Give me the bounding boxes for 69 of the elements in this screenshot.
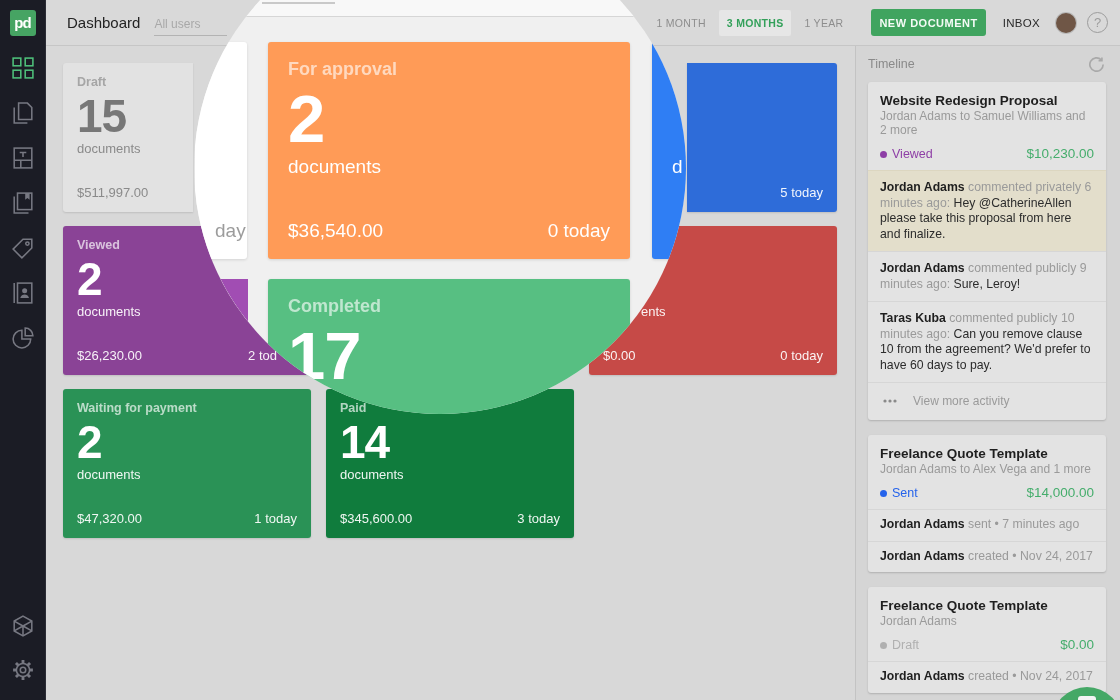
today-count: 5 today bbox=[780, 184, 823, 201]
documents-icon bbox=[11, 102, 34, 124]
document-amount: $10,230.00 bbox=[1026, 146, 1094, 162]
page-title: Dashboard bbox=[67, 14, 141, 31]
logo[interactable]: pd bbox=[9, 10, 36, 36]
status-card[interactable]: Draft 15 documents $511,997.00 bbox=[63, 63, 193, 212]
count-unit: d bbox=[672, 155, 683, 179]
ellipsis-icon bbox=[883, 399, 897, 403]
card-title: Waiting for payment bbox=[77, 400, 197, 416]
activity-text: Jordan Adams created • Nov 24, 2017 bbox=[880, 669, 1094, 685]
document-title: Freelance Quote Template bbox=[880, 597, 1049, 614]
activity-text: Jordan Adams commented publicly 9 minutes ago: Sure, Leroy! bbox=[880, 261, 1088, 292]
status-card[interactable]: Paid 14 documents $345,600.00 3 today bbox=[326, 389, 574, 538]
document-count: 2 bbox=[77, 257, 102, 301]
period-tab[interactable]: 1 MONTH bbox=[652, 10, 710, 35]
pie-chart-icon bbox=[11, 327, 34, 349]
panel-title: Timeline bbox=[868, 57, 915, 71]
card-amount: $345,600.00 bbox=[340, 510, 413, 527]
avatar[interactable] bbox=[1056, 12, 1076, 33]
recipients-text: Jordan Adams to Alex Vega and 1 more bbox=[880, 462, 1092, 476]
settings-icon bbox=[11, 659, 34, 681]
card-amount: $47,320.00 bbox=[77, 510, 143, 527]
period-tab[interactable]: 3 MONTHS bbox=[718, 9, 792, 36]
view-more-link[interactable]: View more activity bbox=[913, 393, 1010, 409]
today-count: 3 today bbox=[517, 510, 560, 527]
today-count: 0 today bbox=[780, 347, 823, 364]
status-card[interactable]: Waiting for payment 2 documents $47,320.00 1 today bbox=[63, 389, 311, 538]
card-title: For approval bbox=[288, 58, 398, 81]
book-icon bbox=[11, 192, 34, 214]
document-title: Website Redesign Proposal bbox=[880, 92, 1059, 109]
document-count: 2 bbox=[77, 420, 102, 464]
contact-card-icon bbox=[11, 282, 34, 304]
status-label: Viewed bbox=[892, 146, 933, 162]
layout-icon bbox=[11, 147, 34, 169]
card-title: Paid bbox=[340, 400, 367, 416]
count-unit: documents bbox=[288, 155, 381, 179]
status-label: Sent bbox=[892, 485, 918, 501]
count-unit: ents bbox=[640, 303, 666, 320]
status-card[interactable]: 5 today bbox=[687, 63, 837, 212]
card-title: Viewed bbox=[77, 237, 120, 253]
activity-text: Jordan Adams commented privately 6 minutes ago: Hey @CatherineAllen please take this proposal from here and finalize. bbox=[880, 180, 1093, 242]
recipients-text: Jordan Adams bbox=[880, 614, 958, 628]
new-document-button[interactable]: NEW DOCUMENT bbox=[871, 9, 986, 36]
tag-icon bbox=[11, 237, 34, 259]
activity-text: Jordan Adams created • Nov 24, 2017 bbox=[880, 548, 1094, 564]
grid-icon bbox=[11, 57, 34, 79]
card-amount: $26,230.00 bbox=[77, 347, 143, 364]
activity-text: Jordan Adams sent • 7 minutes ago bbox=[880, 517, 1081, 533]
timeline-card[interactable] bbox=[868, 82, 1106, 420]
document-amount: $14,000.00 bbox=[1026, 485, 1094, 501]
document-amount: $0.00 bbox=[1060, 637, 1094, 653]
count-unit: documents bbox=[77, 466, 141, 483]
count-unit: documents bbox=[77, 303, 141, 320]
document-count: 14 bbox=[340, 420, 390, 464]
timeline-card[interactable]: Freelance Quote Template Jordan Adams to Alex Vega and 1 more Sent $14,000.00 Jordan Adams sent • 7 minutes ago Jordan Adams created • Nov 24, 2017 bbox=[868, 435, 1106, 572]
activity-text: Taras Kuba commented publicly 10 minutes ago: Can you remove clause 10 from the agreement? We'd prefer to have 60 days to pay. bbox=[880, 311, 1092, 373]
document-title: Freelance Quote Template bbox=[880, 445, 1049, 462]
period-tab[interactable]: 1 YEAR bbox=[800, 10, 848, 35]
today-count: 1 today bbox=[254, 510, 297, 527]
document-count: 15 bbox=[77, 94, 127, 138]
card-amount: $511,997.00 bbox=[77, 184, 149, 201]
inbox-link[interactable]: INBOX bbox=[1002, 16, 1040, 29]
cube-icon bbox=[11, 615, 34, 637]
status-card[interactable]: For approval 2 documents $36,540.00 0 today bbox=[268, 42, 630, 259]
recipients-text: Jordan Adams to Samuel Williams and 2 more bbox=[880, 109, 1087, 137]
count-unit: documents bbox=[77, 140, 141, 157]
card-title: Draft bbox=[77, 74, 107, 90]
document-count: 2 bbox=[288, 87, 325, 151]
count-unit: documents bbox=[340, 466, 404, 483]
